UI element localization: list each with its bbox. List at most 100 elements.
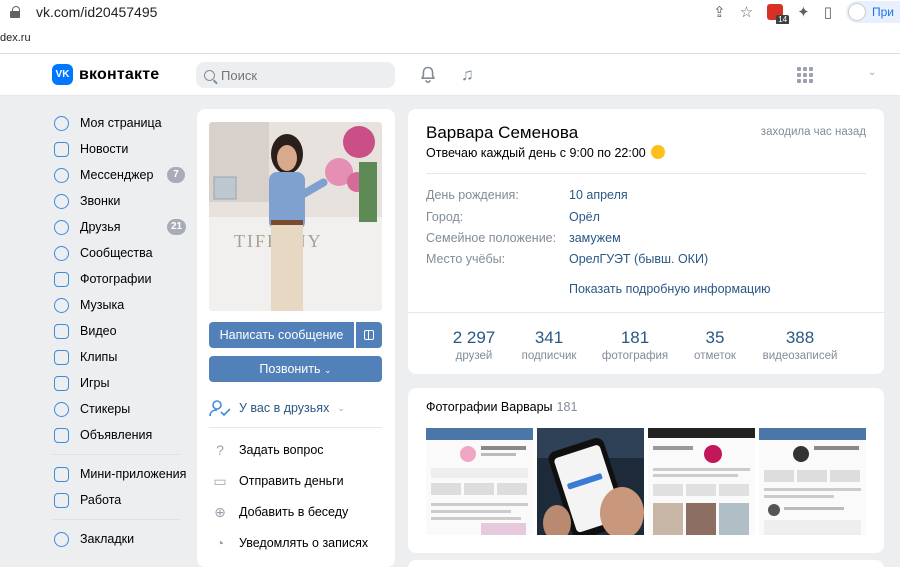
photo-thumbnail[interactable] [648, 428, 755, 535]
extension-icon[interactable]: 14 [767, 4, 790, 25]
left-menu: Моя страница Новости Мессенджер 7 Звонки … [52, 110, 192, 552]
action-label: Уведомлять о записях [239, 536, 369, 550]
call-button[interactable]: Позвонить ⌄ [209, 356, 382, 382]
profile-name: Варвара Семенова [426, 123, 579, 142]
menu-item-work[interactable]: Работа [52, 487, 192, 513]
status-text: Отвечаю каждый день с 9:00 по 22:00 [426, 146, 646, 160]
call-label: Позвонить [259, 362, 321, 376]
thumbnail-image [426, 428, 533, 535]
menu-item-photos[interactable]: Фотографии [52, 266, 192, 292]
counter-photos[interactable]: 181 фотография [590, 328, 680, 362]
share-icon[interactable]: ⇪ [713, 5, 726, 20]
menu-label: Работа [80, 493, 122, 507]
counter-number: 181 [620, 328, 650, 347]
friend-status-dropdown[interactable]: У вас в друзьях ⌄ [209, 399, 345, 417]
menu-item-friends[interactable]: Друзья 21 [52, 214, 192, 240]
star-icon[interactable]: ☆ [740, 5, 753, 20]
notify-posts-button[interactable]: ◔ Уведомлять о записях [211, 534, 368, 552]
menu-item-news[interactable]: Новости [52, 136, 192, 162]
menu-divider [52, 519, 180, 520]
menu-item-messenger[interactable]: Мессенджер 7 [52, 162, 192, 188]
info-label: Семейное положение: [426, 231, 557, 245]
counter-number: 341 [534, 328, 564, 347]
counter-videos[interactable]: 388 видеозаписей [755, 328, 845, 362]
sidepanel-icon[interactable]: ▯ [824, 5, 832, 20]
url-text[interactable]: vk.com/id20457495 [36, 4, 157, 20]
info-label: Место учёбы: [426, 252, 506, 266]
bookmark-item[interactable]: dex.ru [0, 32, 31, 44]
menu-item-stickers[interactable]: Стикеры [52, 396, 192, 422]
photo-thumbnail[interactable] [426, 428, 533, 535]
briefcase-icon [52, 491, 70, 509]
friend-status-label: У вас в друзьях [239, 401, 330, 415]
action-label: Отправить деньги [239, 474, 344, 488]
browser-toolbar: ⇪ ☆ 14 ✦ ▯ При [713, 0, 900, 25]
menu-item-games[interactable]: Игры [52, 370, 192, 396]
write-message-button[interactable]: Написать сообщение [209, 322, 354, 348]
gift-button[interactable] [356, 322, 382, 348]
profile-card: TIFFANY Написать сообщение Позвонить ⌄ У… [197, 109, 395, 567]
profile-info-card: Варвара Семенова заходила час назад Отве… [408, 109, 884, 374]
menu-item-my-page[interactable]: Моя страница [52, 110, 192, 136]
mini-apps-icon [52, 465, 70, 483]
ask-question-button[interactable]: ? Задать вопрос [211, 441, 323, 459]
photo-thumbnail[interactable] [759, 428, 866, 535]
menu-item-ads[interactable]: Объявления [52, 422, 192, 448]
header-avatar[interactable] [836, 63, 861, 88]
profile-photo-image: TIFFANY [209, 122, 382, 311]
menu-item-calls[interactable]: Звонки [52, 188, 192, 214]
menu-label: Мини-приложения [80, 467, 187, 481]
send-money-button[interactable]: ▭ Отправить деньги [211, 472, 344, 490]
chevron-down-icon: ⌄ [337, 402, 345, 413]
menu-item-mini-apps[interactable]: Мини-приложения [52, 461, 192, 487]
photos-title[interactable]: Фотографии Варвары 181 [426, 400, 577, 414]
messenger-badge: 7 [167, 167, 185, 183]
info-value[interactable]: замужем [569, 231, 621, 245]
menu-item-bookmarks[interactable]: Закладки [52, 526, 192, 552]
thumbnail-image [759, 428, 866, 535]
search-input[interactable] [221, 67, 381, 83]
puzzle-icon[interactable]: ✦ [797, 5, 810, 20]
bell-icon[interactable] [420, 66, 436, 83]
video-icon [52, 322, 70, 340]
counter-label: отметок [694, 350, 736, 362]
profile-photo[interactable]: TIFFANY [209, 122, 382, 311]
menu-label: Объявления [80, 428, 153, 442]
photo-thumbnail[interactable] [537, 428, 644, 535]
sticker-icon [52, 400, 70, 418]
menu-item-music[interactable]: Музыка [52, 292, 192, 318]
add-chat-icon: ⊕ [214, 503, 226, 520]
menu-label: Стикеры [80, 402, 131, 416]
browser-address-bar[interactable]: vk.com/id20457495 ⇪ ☆ 14 ✦ ▯ При [0, 0, 900, 25]
profile-button[interactable]: При [845, 1, 900, 23]
counter-label: видеозаписей [762, 350, 838, 362]
photo-icon [52, 270, 70, 288]
show-more-link[interactable]: Показать подробную информацию [569, 282, 771, 296]
music-icon[interactable]: ♫ [461, 65, 474, 85]
vk-logo[interactable]: VK вконтакте [52, 64, 159, 85]
apps-grid-icon[interactable] [797, 67, 813, 83]
menu-item-video[interactable]: Видео [52, 318, 192, 344]
menu-item-clips[interactable]: Клипы [52, 344, 192, 370]
info-value[interactable]: ОрелГУЭТ (бывш. ОКИ) [569, 252, 708, 266]
info-value[interactable]: Орёл [569, 210, 600, 224]
counter-followers[interactable]: 341 подписчик [504, 328, 594, 362]
friend-check-icon [209, 400, 231, 417]
profile-label: При [871, 5, 894, 19]
menu-label: Звонки [80, 194, 121, 208]
info-value[interactable]: 10 апреля [569, 188, 628, 202]
menu-label: Видео [80, 324, 117, 338]
photos-count: 181 [556, 400, 578, 414]
profile-status[interactable]: Отвечаю каждый день с 9:00 по 22:00 [426, 145, 666, 160]
clips-icon [52, 348, 70, 366]
menu-item-communities[interactable]: Сообщества [52, 240, 192, 266]
menu-label: Моя страница [80, 116, 162, 130]
search-box[interactable] [196, 62, 395, 88]
add-to-chat-button[interactable]: ⊕ Добавить в беседу [211, 503, 348, 521]
gift-icon [364, 330, 374, 340]
counter-tags[interactable]: 35 отметок [670, 328, 760, 362]
search-icon [204, 69, 215, 81]
chevron-down-icon[interactable]: ⌄ [868, 67, 876, 78]
vk-logo-icon: VK [52, 64, 73, 85]
counter-number: 388 [785, 328, 815, 347]
